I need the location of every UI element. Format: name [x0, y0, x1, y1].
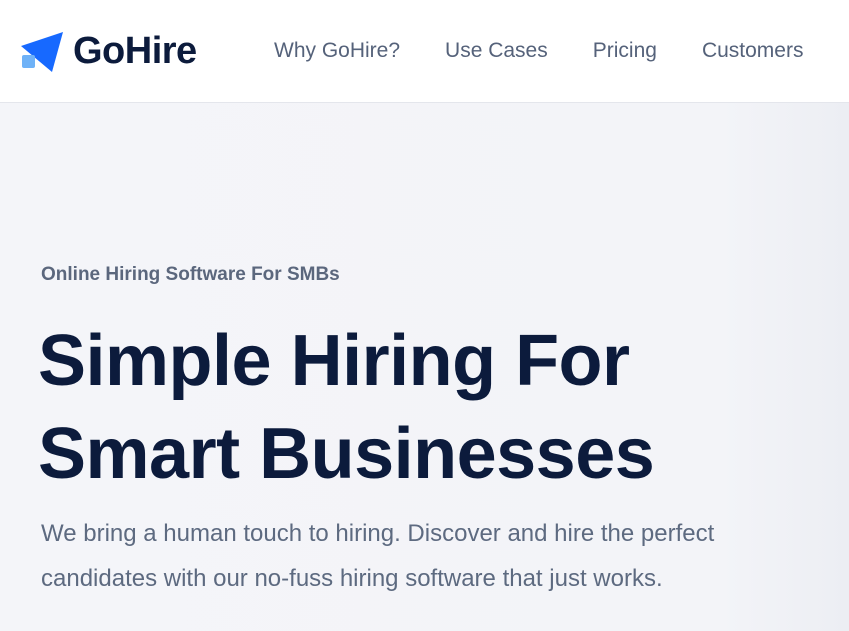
hero-headline-line-1: Simple Hiring For [38, 321, 630, 401]
hero-section: Online Hiring Software For SMBs Simple H… [0, 103, 849, 631]
nav-item-use-cases[interactable]: Use Cases [445, 38, 548, 64]
main-nav: Why GoHire? Use Cases Pricing Customers [274, 38, 803, 64]
site-header: GoHire Why GoHire? Use Cases Pricing Cus… [0, 0, 849, 103]
brand-name: GoHire [73, 30, 197, 72]
hero-headline: Simple Hiring For Smart Businesses [38, 315, 655, 501]
logo-link[interactable]: GoHire [17, 26, 197, 76]
hero-eyebrow: Online Hiring Software For SMBs [41, 264, 340, 285]
page: GoHire Why GoHire? Use Cases Pricing Cus… [0, 0, 849, 631]
nav-item-customers[interactable]: Customers [702, 38, 804, 64]
paper-plane-icon [21, 32, 63, 72]
nav-item-why-gohire[interactable]: Why GoHire? [274, 38, 400, 64]
hero-headline-line-2: Smart Businesses [38, 414, 655, 494]
nav-item-pricing[interactable]: Pricing [593, 38, 657, 64]
hero-subtext: We bring a human touch to hiring. Discov… [41, 520, 715, 592]
